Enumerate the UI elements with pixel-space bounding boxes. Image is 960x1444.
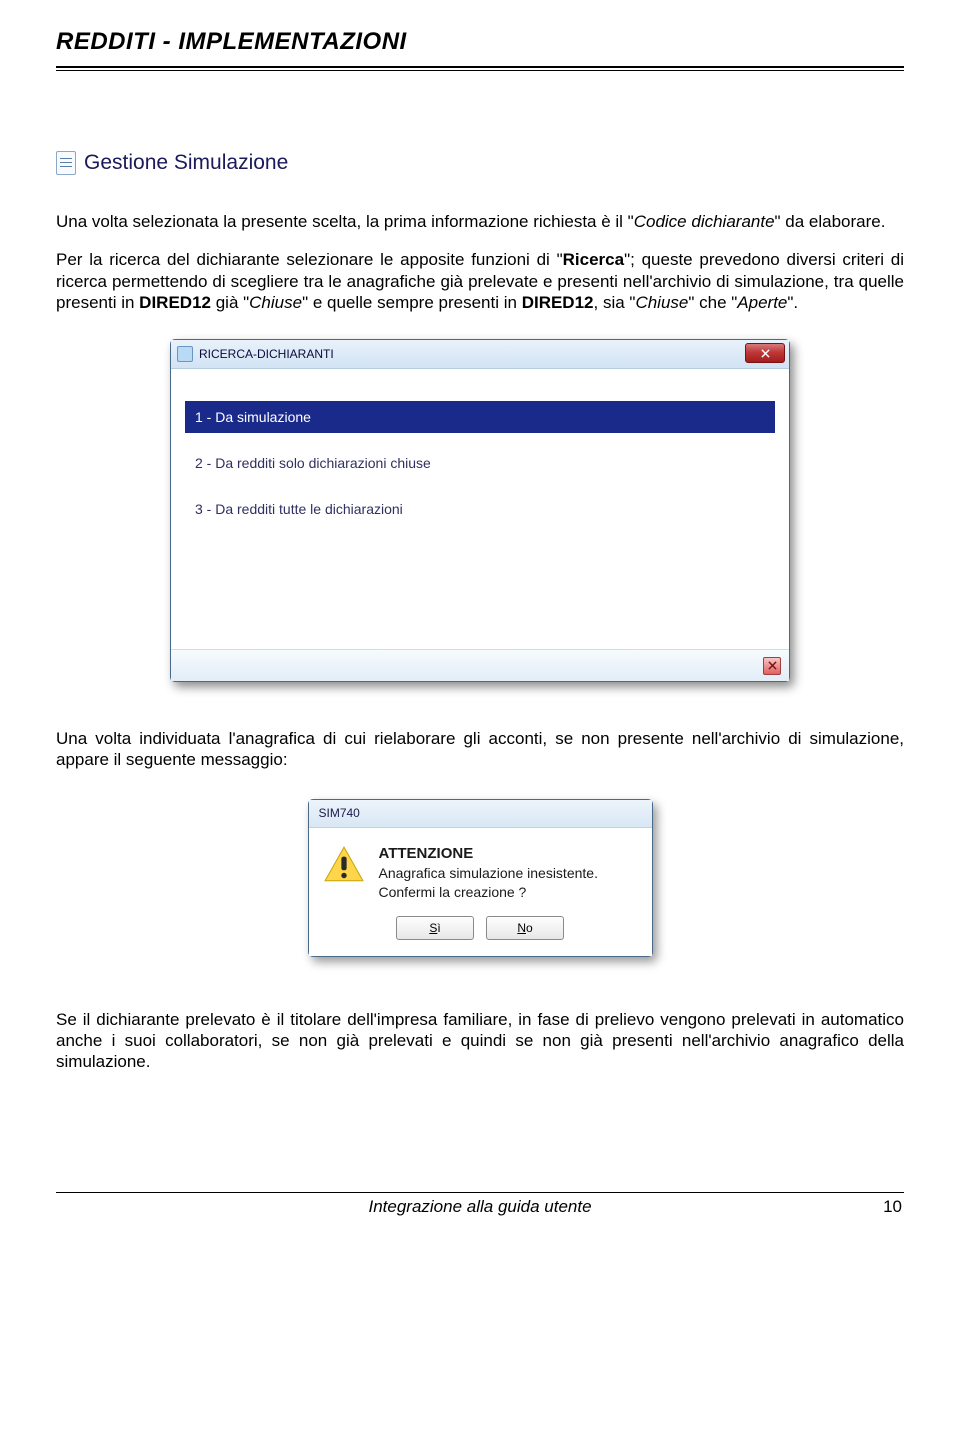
- page-title: REDDITI - IMPLEMENTAZIONI: [56, 28, 904, 62]
- paragraph-titolare: Se il dichiarante prelevato è il titolar…: [56, 1009, 904, 1073]
- dialog-line-2: Confermi la creazione ?: [379, 883, 598, 902]
- yes-button[interactable]: Sì: [396, 916, 474, 940]
- paragraph-intro: Una volta selezionata la presente scelta…: [56, 211, 904, 232]
- document-icon: [56, 151, 76, 175]
- no-button[interactable]: No: [486, 916, 564, 940]
- window-title-text: RICERCA-DICHIARANTI: [199, 347, 334, 361]
- dialog-titlebar: SIM740: [309, 800, 652, 828]
- ricerca-dichiaranti-window: RICERCA-DICHIARANTI 1 - Da simulazione 2…: [170, 339, 790, 682]
- dialog-text: ATTENZIONE Anagrafica simulazione inesis…: [379, 844, 598, 902]
- warning-icon: [323, 844, 365, 886]
- footer-rule: [56, 1192, 904, 1193]
- paragraph-message: Una volta individuata l'anagrafica di cu…: [56, 728, 904, 771]
- window-close-button[interactable]: [745, 343, 785, 363]
- menu-item-redditi-tutte[interactable]: 3 - Da redditi tutte le dichiarazioni: [185, 493, 775, 525]
- section-heading: Gestione Simulazione: [56, 151, 904, 175]
- page-number: 10: [862, 1197, 902, 1217]
- footer-label: Integrazione alla guida utente: [98, 1197, 862, 1217]
- dialog-heading: ATTENZIONE: [379, 844, 598, 864]
- menu-item-redditi-chiuse[interactable]: 2 - Da redditi solo dichiarazioni chiuse: [185, 447, 775, 479]
- window-app-icon: [177, 346, 193, 362]
- window-footer: [171, 649, 789, 681]
- section-heading-label: Gestione Simulazione: [84, 151, 288, 175]
- close-icon: [768, 661, 777, 670]
- dialog-line-1: Anagrafica simulazione inesistente.: [379, 864, 598, 883]
- window-footer-close-button[interactable]: [763, 657, 781, 675]
- header-rule-thin: [56, 70, 904, 71]
- paragraph-ricerca: Per la ricerca del dichiarante seleziona…: [56, 249, 904, 313]
- window-titlebar: RICERCA-DICHIARANTI: [171, 340, 789, 369]
- header-rule: [56, 66, 904, 68]
- sim740-dialog: SIM740 ATTENZIONE Anagrafica simulazione…: [308, 799, 653, 957]
- page-footer: Integrazione alla guida utente 10: [56, 1197, 904, 1217]
- close-icon: [761, 349, 770, 358]
- menu-item-simulazione[interactable]: 1 - Da simulazione: [185, 401, 775, 433]
